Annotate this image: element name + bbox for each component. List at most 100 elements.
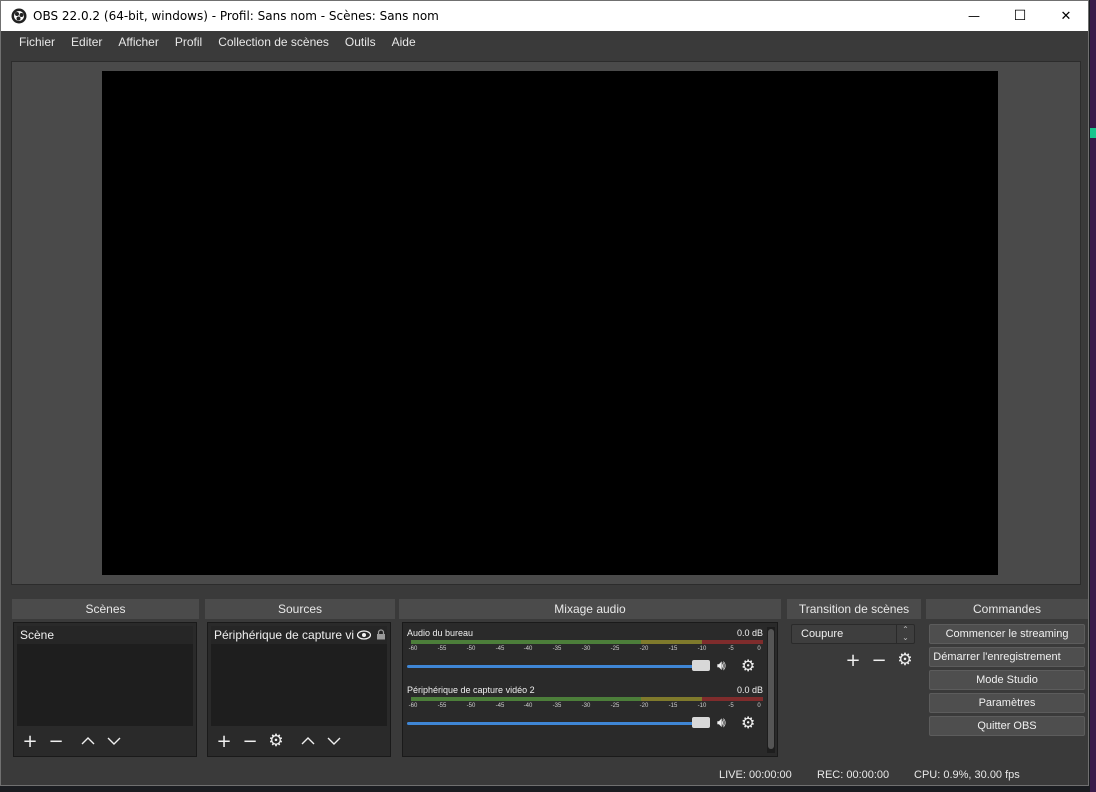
window-title: OBS 22.0.2 (64-bit, windows) - Profil: S… — [33, 9, 439, 23]
minimize-button[interactable]: — — [951, 1, 997, 31]
minimize-icon: — — [968, 9, 980, 23]
meter-red-zone — [702, 697, 763, 701]
start-streaming-button[interactable]: Commencer le streaming — [929, 624, 1085, 644]
gear-icon[interactable]: ⚙ — [741, 713, 755, 732]
tick-label: -45 — [495, 703, 505, 709]
lock-icon[interactable] — [376, 629, 386, 640]
add-transition-button[interactable]: + — [840, 649, 866, 671]
add-scene-button[interactable]: + — [17, 730, 43, 752]
studio-mode-button[interactable]: Mode Studio — [929, 670, 1085, 690]
scenes-dock: Scène + − — [13, 622, 197, 757]
eye-icon[interactable] — [357, 630, 371, 640]
meter-red-zone — [702, 640, 763, 644]
sources-toolbar: + − ⚙ — [211, 730, 347, 752]
plus-icon: + — [22, 730, 38, 752]
tick-label: -15 — [668, 646, 678, 652]
move-scene-down-button[interactable] — [101, 730, 127, 752]
transition-properties-button[interactable]: ⚙ — [892, 649, 918, 671]
scenes-list: Scène — [17, 626, 193, 726]
tick-label: -5 — [728, 703, 734, 709]
spinner-icon: ⌃ ⌄ — [896, 625, 914, 643]
tick-label: -5 — [728, 646, 734, 652]
title-bar[interactable]: OBS 22.0.2 (64-bit, windows) - Profil: S… — [1, 1, 1088, 31]
menu-editer[interactable]: Editer — [63, 35, 110, 49]
exit-button[interactable]: Quitter OBS — [929, 716, 1085, 736]
volume-slider-handle[interactable] — [692, 660, 710, 671]
obs-window: OBS 22.0.2 (64-bit, windows) - Profil: S… — [0, 0, 1089, 786]
speaker-icon[interactable]: 🔊︎ — [717, 658, 726, 674]
tick-label: -55 — [437, 703, 447, 709]
menu-bar: Fichier Editer Afficher Profil Collectio… — [1, 31, 1088, 53]
gear-icon: ⚙ — [268, 731, 284, 751]
minus-icon: − — [871, 649, 887, 671]
source-properties-button[interactable]: ⚙ — [263, 730, 289, 752]
maximize-button[interactable]: ☐ — [997, 1, 1043, 31]
mixer-channel: Audio du bureau 0.0 dB -60 -55 -50 -45 -… — [407, 628, 763, 680]
menu-afficher[interactable]: Afficher — [110, 35, 166, 49]
source-item-label: Périphérique de capture vidéo — [214, 628, 354, 642]
sources-dock: Périphérique de capture vidéo + − ⚙ — [207, 622, 391, 757]
volume-meter — [411, 697, 763, 701]
tick-label: 0 — [757, 703, 761, 709]
tick-label: -20 — [639, 646, 649, 652]
tick-label: -35 — [552, 646, 562, 652]
minus-icon: − — [48, 730, 64, 752]
cpu-status: CPU: 0.9%, 30.00 fps — [914, 769, 1020, 781]
chevron-up-icon — [301, 737, 315, 745]
transitions-dock: Coupure ⌃ ⌄ + − ⚙ — [786, 620, 922, 760]
menu-profil[interactable]: Profil — [167, 35, 210, 49]
meter-ticks: -60 -55 -50 -45 -40 -35 -30 -25 -20 -15 … — [407, 646, 763, 654]
speaker-icon[interactable]: 🔊︎ — [717, 715, 726, 731]
start-recording-label: Démarrer l'enregistrement — [933, 651, 1061, 663]
close-button[interactable]: ✕ — [1043, 1, 1088, 31]
meter-yellow-zone — [641, 640, 702, 644]
chevron-up-icon — [81, 737, 95, 745]
gear-icon[interactable]: ⚙ — [741, 656, 755, 675]
mixer-scrollbar-thumb[interactable] — [768, 629, 774, 749]
add-source-button[interactable]: + — [211, 730, 237, 752]
mixer-dock: Audio du bureau 0.0 dB -60 -55 -50 -45 -… — [402, 622, 778, 757]
move-source-up-button[interactable] — [295, 730, 321, 752]
menu-outils[interactable]: Outils — [337, 35, 384, 49]
channel-name: Audio du bureau — [407, 628, 474, 638]
meter-yellow-zone — [641, 697, 702, 701]
transition-select[interactable]: Coupure ⌃ ⌄ — [791, 624, 915, 644]
settings-button[interactable]: Paramètres — [929, 693, 1085, 713]
remove-scene-button[interactable]: − — [43, 730, 69, 752]
preview-area[interactable] — [11, 61, 1081, 585]
menu-fichier[interactable]: Fichier — [11, 35, 63, 49]
start-recording-button[interactable]: Démarrer l'enregistrement — [929, 647, 1085, 667]
move-source-down-button[interactable] — [321, 730, 347, 752]
obs-logo-icon — [11, 8, 27, 24]
status-bar: LIVE: 00:00:00 REC: 00:00:00 CPU: 0.9%, … — [1, 763, 1088, 785]
mixer-scrollbar[interactable] — [767, 627, 775, 753]
source-item[interactable]: Périphérique de capture vidéo — [211, 626, 387, 644]
plus-icon: + — [216, 730, 232, 752]
tick-label: -25 — [610, 646, 620, 652]
meter-ticks: -60 -55 -50 -45 -40 -35 -30 -25 -20 -15 … — [407, 703, 763, 711]
meter-green-zone — [411, 640, 641, 644]
move-scene-up-button[interactable] — [75, 730, 101, 752]
chevron-down-icon — [327, 737, 341, 745]
tick-label: -45 — [495, 646, 505, 652]
menu-collection[interactable]: Collection de scènes — [210, 35, 337, 49]
tick-label: -30 — [581, 646, 591, 652]
maximize-icon: ☐ — [1013, 8, 1027, 24]
mixer-channel: Périphérique de capture vidéo 2 0.0 dB -… — [407, 685, 763, 737]
sources-list: Périphérique de capture vidéo — [211, 626, 387, 726]
preview-canvas[interactable] — [102, 71, 998, 575]
tick-label: -60 — [408, 703, 418, 709]
chevron-down-icon — [107, 737, 121, 745]
volume-slider-handle[interactable] — [692, 717, 710, 728]
menu-aide[interactable]: Aide — [384, 35, 424, 49]
scene-item[interactable]: Scène — [17, 626, 193, 644]
channel-db: 0.0 dB — [736, 685, 763, 695]
remove-source-button[interactable]: − — [237, 730, 263, 752]
tick-label: -50 — [466, 703, 476, 709]
volume-slider[interactable] — [407, 722, 701, 725]
remove-transition-button[interactable]: − — [866, 649, 892, 671]
tick-label: 0 — [757, 646, 761, 652]
volume-slider[interactable] — [407, 665, 701, 668]
rec-status: REC: 00:00:00 — [817, 769, 890, 781]
tick-label: -55 — [437, 646, 447, 652]
